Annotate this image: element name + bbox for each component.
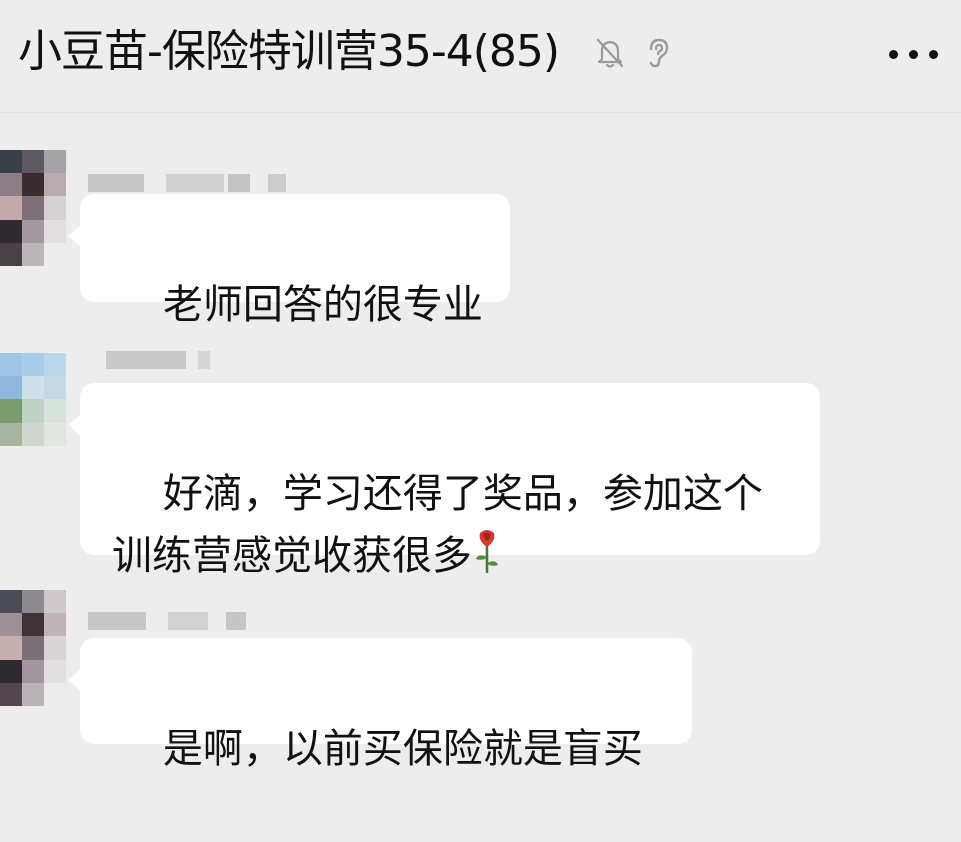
message-bubble[interactable]: 好滴，学习还得了奖品，参加这个 训练营感觉收获很多: [68, 383, 820, 579]
mute-bell-icon: [596, 38, 624, 68]
ear-icon: [649, 38, 669, 68]
message-text-line-2: 训练营感觉收获很多: [112, 533, 472, 579]
message-bubble[interactable]: 老师回答的很专业: [68, 194, 510, 328]
message-text: 是啊，以前买保险就是盲买: [162, 726, 643, 772]
more-options-button[interactable]: [889, 42, 941, 66]
more-icon: [889, 50, 898, 59]
avatar[interactable]: [0, 590, 66, 706]
rose-icon: [476, 530, 498, 573]
avatar[interactable]: [0, 150, 66, 266]
message-bubble[interactable]: 是啊，以前买保险就是盲买: [68, 638, 692, 772]
message-text: 老师回答的很专业: [162, 282, 483, 328]
avatar[interactable]: [0, 353, 66, 451]
chat-header: 小豆苗-保险特训营35-4(85): [0, 0, 961, 113]
chat-title[interactable]: 小豆苗-保险特训营35-4(85): [18, 22, 560, 82]
message-text-line-1: 好滴，学习还得了奖品，参加这个: [162, 471, 763, 517]
